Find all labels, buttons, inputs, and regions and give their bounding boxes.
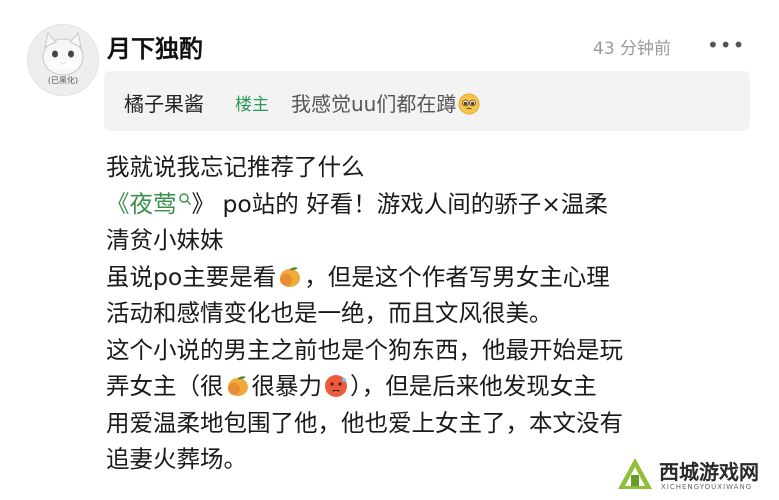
watermark-title: 西城游戏网 (659, 460, 759, 484)
quote-author[interactable]: 橘子果酱 (124, 88, 204, 117)
body-line: 《夜莺》 po站的 好看！游戏人间的骄子×温柔 (106, 186, 756, 223)
body-line: 用爱温柔地包围了他，他也爱上女主了，本文没有 (106, 408, 623, 437)
watermark: 西城游戏网 XICHENGYOUXIWANG (615, 453, 775, 497)
body-line-rest: 》 po站的 好看！游戏人间的骄子×温柔 (191, 189, 608, 218)
site-logo-icon (618, 458, 652, 489)
op-badge: 楼主 (235, 95, 269, 115)
avatar-caption: (已黑化) (47, 76, 79, 85)
avatar[interactable]: (已黑化) (27, 24, 99, 96)
body-line: 我就说我忘记推荐了什么 (106, 153, 365, 181)
hot-face-icon (325, 375, 347, 397)
quoted-reply[interactable]: 橘子果酱 楼主 我感觉uu们都在蹲 (104, 71, 750, 131)
timestamp: 43 分钟前 (593, 39, 672, 59)
book-bracket-open: 《 (106, 189, 130, 218)
body-segment: ，但是这个作者写男女主心理 (304, 262, 610, 291)
comment-body: 我就说我忘记推荐了什么 《夜莺》 po站的 好看！游戏人间的骄子×温柔 清贫小妹… (106, 149, 756, 478)
watermark-subtitle: XICHENGYOUXIWANG (661, 483, 753, 491)
mango-icon (227, 376, 248, 396)
body-line: 虽说po主要是看 ，但是这个作者写男女主心理 (106, 259, 756, 296)
book-link[interactable]: 《夜莺 (106, 190, 192, 218)
quote-text-content: 我感觉uu们都在蹲 (291, 92, 457, 116)
body-line: 弄女主（很 很暴力 ），但是后来他发现女主 (106, 368, 756, 405)
body-line: 这个小说的男主之前也是个狗东西，他最开始是玩 (106, 335, 623, 364)
quote-text: 我感觉uu们都在蹲 (291, 88, 480, 117)
username[interactable]: 月下独酌 (107, 29, 203, 64)
body-line: 活动和感情变化也是一绝，而且文风很美。 (106, 299, 553, 327)
pleading-face-icon (458, 93, 480, 115)
search-icon (178, 192, 191, 205)
mango-icon (280, 266, 301, 287)
body-segment: 弄女主（很 (106, 372, 224, 400)
book-title: 夜莺 (129, 189, 177, 218)
body-segment: 很暴力 (251, 372, 323, 400)
body-segment: ），但是后来他发现女主 (350, 372, 597, 400)
more-dots-icon[interactable]: ••• (707, 35, 745, 55)
body-line: 清贫小妹妹 (106, 226, 224, 254)
body-segment: 虽说po主要是看 (106, 262, 277, 291)
